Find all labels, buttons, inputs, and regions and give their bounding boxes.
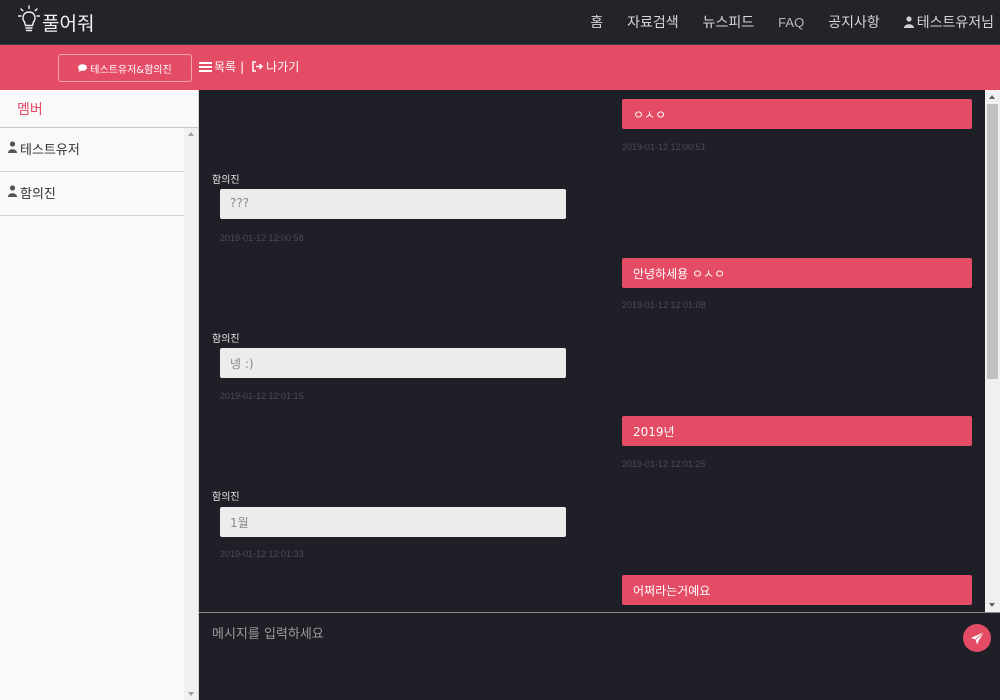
nav-newsfeed[interactable]: 뉴스피드 [703,12,755,32]
logo-text: 풀어줘 [42,12,95,35]
scroll-up-arrow[interactable] [989,95,995,99]
user-icon [903,16,914,28]
my-message-bubble: 어쩌라는거예요 [622,575,972,605]
list-icon [199,61,212,72]
sender-name: 함의진 [212,334,240,345]
message-input[interactable] [207,621,947,647]
chat-bubble-icon [78,64,88,72]
top-navbar: 풀어줘 홈 자료검색 뉴스피드 FAQ 공지사항 테스트유저님 [0,0,1000,45]
nav-notice[interactable]: 공지사항 [828,12,880,32]
message-timestamp: 2019-01-12 12:01:15 [220,391,304,401]
send-button[interactable] [963,624,991,652]
nav-search[interactable]: 자료검색 [627,12,679,32]
message-timestamp: 2019-01-12 12:00:58 [220,233,304,243]
chat-toolbar: 테스트유저&함의진 목록 | 나가기 [0,45,1000,90]
nav-user[interactable]: 테스트유저님 [903,12,994,32]
scroll-down-arrow[interactable] [989,603,995,607]
chat-messages: ㅇㅅㅇ 2019-01-12 12:00:51 함의진 ??? 2019-01-… [199,90,985,612]
message-timestamp: 2019-01-12 12:01:33 [220,549,304,559]
member-item[interactable]: 테스트유저 [0,128,184,172]
my-message-bubble: 안녕하세용 ㅇㅅㅇ [622,258,972,288]
nav-faq[interactable]: FAQ [778,15,804,30]
message-timestamp: 2019-01-12 12:00:51 [622,142,706,152]
list-link[interactable]: 목록 [214,58,236,75]
paper-plane-icon [970,631,984,645]
message-timestamp: 2019-01-12 12:01:08 [622,300,706,310]
nav-home[interactable]: 홈 [590,12,603,32]
member-name: 테스트유저 [20,143,80,158]
sidebar-title: 멤버 [0,90,198,128]
message-timestamp: 2019-01-12 12:01:25 [622,459,706,469]
chat-scrollbar[interactable] [985,90,1000,612]
exit-link[interactable]: 나가기 [266,58,299,75]
member-sidebar: 멤버 테스트유저 함의진 [0,90,199,700]
user-icon [8,141,17,153]
logo[interactable]: 풀어줘 [17,4,95,40]
scroll-up-arrow[interactable] [188,132,194,136]
exit-icon [252,61,264,72]
message-composer [199,612,1000,700]
my-message-bubble: ㅇㅅㅇ [622,99,972,129]
other-message-bubble: 넹 :) [220,348,566,378]
sidebar-scrollbar[interactable] [184,128,198,700]
member-item[interactable]: 함의진 [0,172,184,216]
nav-menu: 홈 자료검색 뉴스피드 FAQ 공지사항 테스트유저님 [590,0,1000,44]
room-name-button[interactable]: 테스트유저&함의진 [58,54,192,82]
sender-name: 함의진 [212,175,240,186]
my-message-bubble: 2019년 [622,416,972,446]
other-message-bubble: ??? [220,189,566,219]
user-label: 테스트유저님 [916,15,994,31]
member-name: 함의진 [20,187,56,202]
sender-name: 함의진 [212,492,240,503]
user-icon [8,185,17,197]
toolbar-links: 목록 | 나가기 [199,58,299,75]
room-name: 테스트유저&함의진 [90,64,172,76]
scroll-thumb[interactable] [987,104,998,379]
lightbulb-icon [17,5,41,39]
link-separator: | [240,59,245,74]
scroll-down-arrow[interactable] [188,692,194,696]
other-message-bubble: 1월 [220,507,566,537]
